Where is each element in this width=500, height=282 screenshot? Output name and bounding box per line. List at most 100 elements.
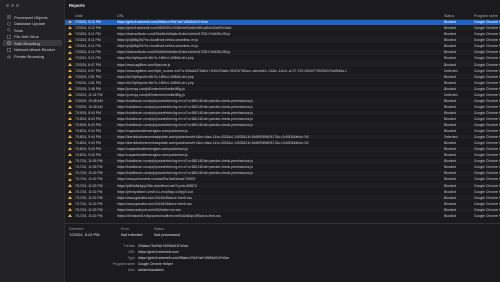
row-url: https://www.agilibes.com/flyscore.js <box>117 62 171 67</box>
row-program: Google Chrome Helper <box>474 141 500 146</box>
row-program: Google Chrome Helper <box>474 153 500 158</box>
table-row[interactable]: 7/17/24, 11:02 PM https://totalforum.com/… <box>65 171 500 176</box>
warning-icon <box>68 117 72 121</box>
table-row[interactable]: 7/20/24, 10:48 AM https://totalforum.com/… <box>65 98 500 104</box>
table-row[interactable]: 7/17/24, 11:05 PM https://totalforum.com/… <box>65 165 500 170</box>
row-program: Google Chrome Helper <box>474 207 500 212</box>
refresh-icon <box>7 21 11 26</box>
detail-error-label: Error <box>121 227 129 231</box>
warning-icon <box>68 189 72 193</box>
detail-field-user: User admin/macadmin <box>65 268 365 273</box>
row-program: Google Chrome Helper <box>474 165 500 170</box>
row-program: Google Chrome Helper <box>474 86 500 91</box>
sidebar-item-database-update[interactable]: Database Update <box>3 21 62 27</box>
sidebar-item-private-browsing[interactable]: Private Browsing <box>3 54 62 60</box>
sidebar-item-label: Safe Browsing <box>14 40 40 46</box>
row-url: https://capacitansitemenglam.com/pardedu… <box>117 129 188 134</box>
row-date: 7/17/24, 11:05 PM <box>75 159 103 164</box>
detail-field-value: 0f3abcc7f4d7ab7d3f34d01f7e0ce <box>138 244 189 248</box>
row-date: 7/23/24, 5:11 PM <box>75 32 101 37</box>
table-row[interactable]: 7/20/24, 2:46 PM https://porrrqq.com/p8/i… <box>65 86 500 92</box>
detail-field-threats: Threats 0f3abcc7f4d7ab7d3f34d01f7e0ce <box>65 244 365 249</box>
table-row[interactable]: 7/23/24, 5:13 PM https://ghrtx1ncbeeeit.c… <box>65 20 500 25</box>
row-date: 7/20/24, 6:07 PM <box>75 62 101 67</box>
sidebar-item-network-attack-blocker[interactable]: Network Attack Blocker <box>3 47 62 53</box>
row-program: Google Chrome Helper <box>474 201 500 206</box>
table-row[interactable]: 7/18/24, 9:43 PM https://lkerriidstrionec… <box>65 141 500 146</box>
table-row[interactable]: 7/17/24, 11:05 PM https://totalforum.com/… <box>65 159 500 164</box>
table-row[interactable]: 7/23/24, 5:11 PM https://p0jb5tq2fd7ex.cl… <box>65 44 500 49</box>
warning-icon <box>68 68 72 72</box>
table-row[interactable]: 7/23/24, 5:12 PM https://ghrtx1ncbeeeit.c… <box>65 26 500 31</box>
warning-icon <box>68 195 72 199</box>
table-row[interactable]: 7/17/24, 11:02 PM https://www.gdsdew.com/… <box>65 195 500 200</box>
table-row[interactable]: 7/20/24, 2:51 PM https://6e1ftp9vpnhe.5fe… <box>65 81 500 86</box>
row-url: https://d0msloed1m3yxcorbcloudfront.net/… <box>117 213 221 218</box>
table-row[interactable]: 7/17/24, 11:02 PM https://d0msloed1m3yxco… <box>65 214 500 219</box>
table-row[interactable]: 7/23/24, 5:11 PM https://dsknsoftcote.com… <box>65 32 500 37</box>
warning-icon <box>68 213 72 217</box>
table-row[interactable]: 7/17/24, 11:02 PM https://www.wchymt.com/… <box>65 207 500 213</box>
table-row[interactable]: 7/19/24, 8:43 PM https://totalforum.com/p… <box>65 122 500 128</box>
row-program: Google Chrome Helper <box>474 62 500 67</box>
detail-status-label: Status <box>154 227 165 231</box>
row-url: https://totalforum.com/p/plyoureinbtrv.b… <box>117 116 253 121</box>
table-row[interactable]: 7/18/24, 9:44 PM https://capacitansitemen… <box>65 129 500 134</box>
row-url: https://dsknsoftcote.com/0f3a/8e6d0dabcf… <box>117 32 231 37</box>
row-url: https://lkerriidstrionecentralupdate.com… <box>117 135 309 140</box>
row-url: https://www.gdsdew.com/2k15Ad5/ance-fmrr… <box>117 195 192 200</box>
table-row[interactable]: 7/20/24, 2:51 PM https://6e1ftp9vpnhe.5fe… <box>65 74 500 79</box>
warning-icon <box>68 177 72 181</box>
table-row[interactable]: 7/17/24, 11:02 PM https://www.piroeuerle.… <box>65 177 500 182</box>
row-url: https://www.gdsdew.com/2k15Ad5/ance-fmrr… <box>117 201 192 206</box>
row-url: https://totalforum.com/p/plyoureinbtrv.b… <box>117 159 253 164</box>
detail-status-value: Not processed <box>154 232 180 237</box>
warning-icon <box>68 38 72 42</box>
warning-icon <box>68 50 72 54</box>
detail-detected-label: Detected <box>69 227 84 231</box>
file-icon <box>7 34 11 39</box>
sidebar-item-file-anti-virus[interactable]: File Anti-Virus <box>3 34 62 40</box>
row-date: 7/20/24, 2:46 PM <box>75 86 101 91</box>
warning-icon <box>68 183 72 187</box>
table-row[interactable]: 7/17/24, 11:02 PM https://pfedryotfarrl.c… <box>65 189 500 194</box>
table-row[interactable]: 7/23/24, 5:11 PM https://6e1ftp9vpnhe.5fe… <box>65 56 500 61</box>
table-row[interactable]: 7/23/24, 5:11 PM https://dsknsoftcote.com… <box>65 50 500 55</box>
column-header-status[interactable]: Status <box>444 14 454 18</box>
row-date: 7/20/24, 2:51 PM <box>75 74 101 79</box>
table-row[interactable]: 7/20/24, 6:07 PM https://www.agilibes.com… <box>65 62 500 67</box>
warning-icon <box>68 135 72 139</box>
sidebar-item-processed-objects[interactable]: Processed Objects <box>3 14 62 20</box>
table-row[interactable]: 7/18/24, 9:44 PM https://lkerriidstrionec… <box>65 134 500 140</box>
zoom-window-button[interactable] <box>16 4 19 7</box>
close-window-button[interactable] <box>6 4 9 7</box>
table-row[interactable]: 7/19/24, 8:43 PM https://totalforum.com/p… <box>65 117 500 122</box>
row-program: Google Chrome Helper <box>474 110 500 115</box>
column-header-date[interactable]: Date <box>75 14 83 18</box>
sidebar-item-safe-browsing[interactable]: Safe Browsing <box>3 40 62 47</box>
row-date: 7/19/24, 8:44 PM <box>75 110 101 115</box>
table-row[interactable]: 7/20/24, 10:48 AM https://totalforum.com/… <box>65 105 500 110</box>
table-row[interactable]: 7/18/24, 9:43 PM https://capacitansitemen… <box>65 153 500 158</box>
row-url: https://dsknsoftcote.com/0f3a/8e6d0dabcf… <box>117 50 231 55</box>
warning-icon <box>68 99 72 103</box>
table-row[interactable]: 7/17/24, 11:02 PM https://www.gdsdew.com/… <box>65 202 500 207</box>
column-header-program[interactable]: Program name <box>474 14 498 18</box>
table-row[interactable]: 7/18/24, 9:43 PM https://capacitansitemen… <box>65 147 500 152</box>
table-row[interactable]: 7/23/24, 5:11 PM https://p0jb5tq2fd7ex.cl… <box>65 38 500 43</box>
network-icon <box>7 48 11 52</box>
row-program: Google Chrome Helper <box>474 183 500 188</box>
table-row[interactable]: 7/20/24, 6:07 PM https://www.agilibes.com… <box>65 68 500 73</box>
row-program: Google Chrome Helper <box>474 68 500 73</box>
table-row[interactable]: 7/19/24, 8:44 PM https://totalforum.com/p… <box>65 110 500 116</box>
row-program: Google Chrome Helper <box>474 189 500 194</box>
column-header-url[interactable]: URL <box>117 14 124 18</box>
table-row[interactable]: 7/20/24, 11:24 PM https://porrrqq.com/p8/… <box>65 93 500 98</box>
row-date: 7/23/24, 5:12 PM <box>75 26 101 31</box>
warning-icon <box>68 171 72 175</box>
minimize-window-button[interactable] <box>11 4 14 7</box>
row-program: Google Chrome Helper <box>474 123 500 128</box>
table-row[interactable]: 7/17/24, 11:02 PM https://p8f4c8ddg/p22kk… <box>65 183 500 188</box>
detail-field-key: Type <box>127 256 135 260</box>
sidebar-item-scan[interactable]: Scan <box>3 27 62 33</box>
